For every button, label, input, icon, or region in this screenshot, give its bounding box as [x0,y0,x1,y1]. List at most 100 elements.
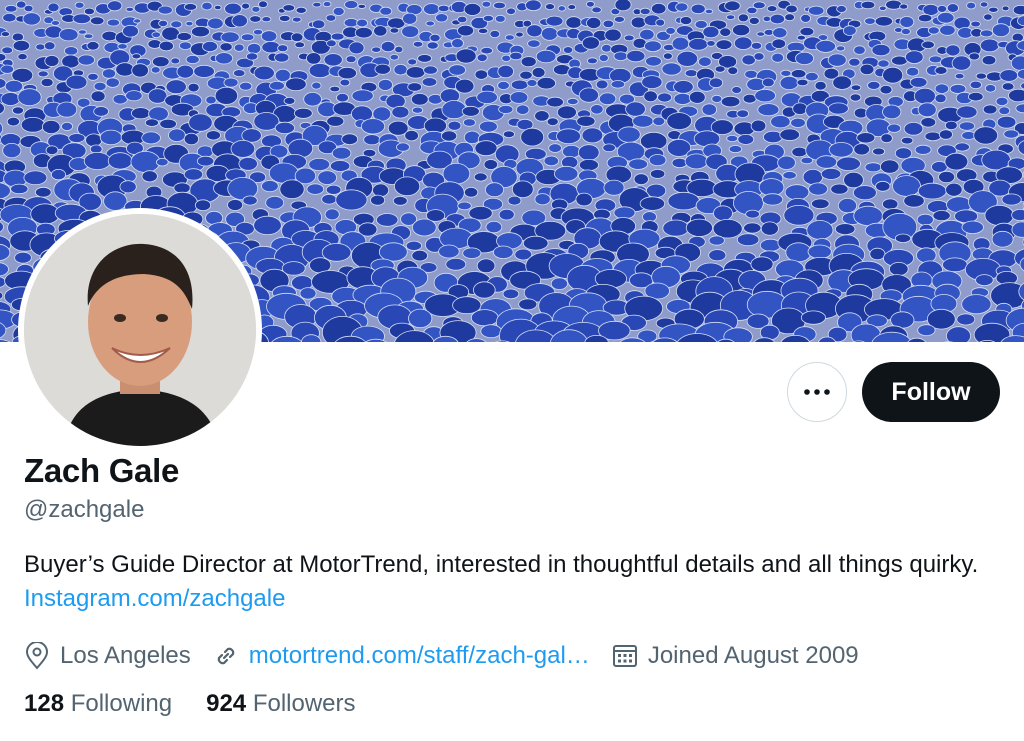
water-droplet [205,95,217,105]
water-droplet [708,77,724,89]
water-droplet [423,3,440,16]
water-droplet [141,131,161,145]
water-droplet [961,220,984,235]
water-droplet [770,115,791,129]
water-droplet [522,235,549,251]
water-droplet [679,16,693,26]
water-droplet [643,90,658,103]
water-droplet [688,90,706,104]
water-droplet [1001,5,1010,12]
water-droplet [35,43,46,51]
water-droplet [909,76,928,88]
website-item[interactable]: motortrend.com/staff/zach-gal… [213,642,590,670]
water-droplet [357,3,366,9]
water-droplet [277,44,289,53]
water-droplet [478,120,498,133]
water-droplet [671,36,690,51]
water-droplet [581,36,600,50]
water-droplet [779,128,800,141]
following-stat[interactable]: 128 Following [24,690,172,718]
water-droplet [536,76,557,90]
water-droplet [766,5,778,13]
water-droplet [412,40,424,48]
water-droplet [219,42,233,52]
water-droplet [445,257,467,271]
water-droplet [879,84,893,95]
water-droplet [830,183,849,195]
water-droplet [227,199,244,211]
link-icon [217,647,235,665]
water-droplet [666,112,692,130]
water-droplet [527,39,541,48]
water-droplet [102,68,117,79]
water-droplet [520,56,537,68]
water-droplet [591,6,602,14]
water-droplet [924,131,942,142]
water-droplet [326,115,345,127]
water-droplet [651,2,667,15]
water-droplet [737,133,755,145]
water-droplet [673,92,692,105]
water-droplet [648,154,667,167]
water-droplet [252,28,263,36]
water-droplet [193,64,215,78]
water-droplet [864,162,882,173]
water-droplet [903,122,924,136]
avatar-frame[interactable] [18,208,262,452]
water-droplet [914,144,932,155]
water-droplet [973,126,999,145]
more-options-button[interactable] [787,362,847,422]
water-droplet [802,168,824,185]
water-droplet [291,16,302,23]
water-droplet [306,183,325,195]
water-droplet [322,1,332,8]
water-droplet [58,28,79,42]
water-droplet [207,17,224,30]
water-droplet [376,213,399,227]
water-droplet [887,123,902,133]
water-droplet [251,5,261,13]
water-droplet [645,56,662,67]
water-droplet [497,80,510,90]
water-droplet [644,40,662,52]
water-droplet [105,77,120,88]
water-droplet [850,84,862,91]
water-droplet [916,247,937,264]
water-droplet [944,152,969,171]
water-droplet [968,52,981,61]
water-droplet [917,324,936,337]
water-droplet [201,1,213,11]
followers-stat[interactable]: 924 Followers [206,690,355,718]
water-droplet [4,4,18,13]
water-droplet [516,104,530,115]
water-droplet [470,309,499,327]
follow-button[interactable]: Follow [862,362,1000,422]
website-link[interactable]: motortrend.com/staff/zach-gal… [249,642,590,670]
water-droplet [10,183,29,195]
water-droplet [150,66,161,74]
water-droplet [743,222,762,234]
water-droplet [378,242,408,262]
water-droplet [196,155,215,167]
water-droplet [393,63,408,76]
water-droplet [0,31,10,37]
water-droplet [455,48,477,64]
water-droplet [1011,209,1024,221]
water-droplet [1008,88,1024,103]
water-droplet [888,261,909,276]
water-droplet [223,77,239,88]
water-droplet [463,2,482,16]
water-droplet [750,119,767,133]
water-droplet [157,5,173,15]
bio-instagram-link[interactable]: Instagram.com/zachgale [24,585,285,612]
joined-item: Joined August 2009 [612,642,859,670]
followers-count: 924 [206,690,247,717]
water-droplet [392,195,408,206]
profile-bio: Buyer’s Guide Director at MotorTrend, in… [24,548,1004,616]
water-droplet [93,81,107,92]
water-droplet [975,72,987,80]
water-droplet [290,32,304,43]
water-droplet [719,27,732,37]
water-droplet [371,46,382,53]
water-droplet [411,218,437,237]
